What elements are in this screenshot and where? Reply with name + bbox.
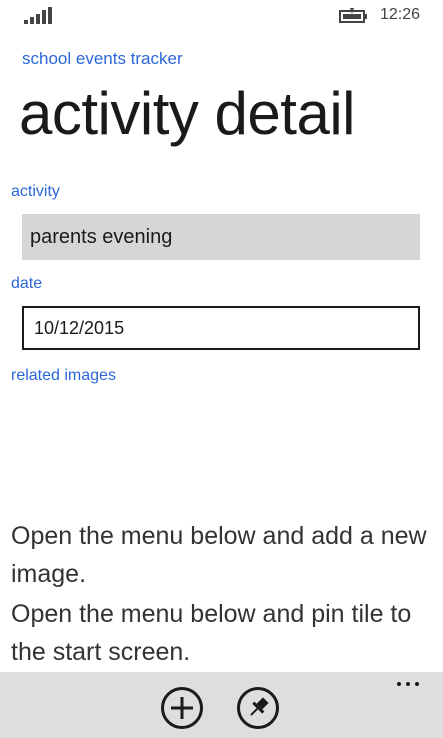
pin-icon[interactable] [236,686,280,730]
add-image-hint: Open the menu below and add a new image. [11,522,427,588]
battery-icon [339,8,367,23]
date-input[interactable]: 10/12/2015 [22,306,420,350]
signal-icon [24,7,52,24]
clock: 12:26 [380,6,421,23]
add-icon[interactable] [160,686,204,730]
related-images-label: related images [11,367,116,384]
pin-tile-hint: Open the menu below and pin tile to the … [11,600,412,666]
activity-input[interactable]: parents evening [22,214,420,260]
app-name: school events tracker [22,49,183,68]
more-icon[interactable] [396,676,422,690]
page-title: activity detail [19,80,355,147]
date-label: date [11,275,43,292]
status-bar: 12:26 [0,0,443,32]
app-bar [0,672,443,738]
activity-label: activity [11,183,60,200]
